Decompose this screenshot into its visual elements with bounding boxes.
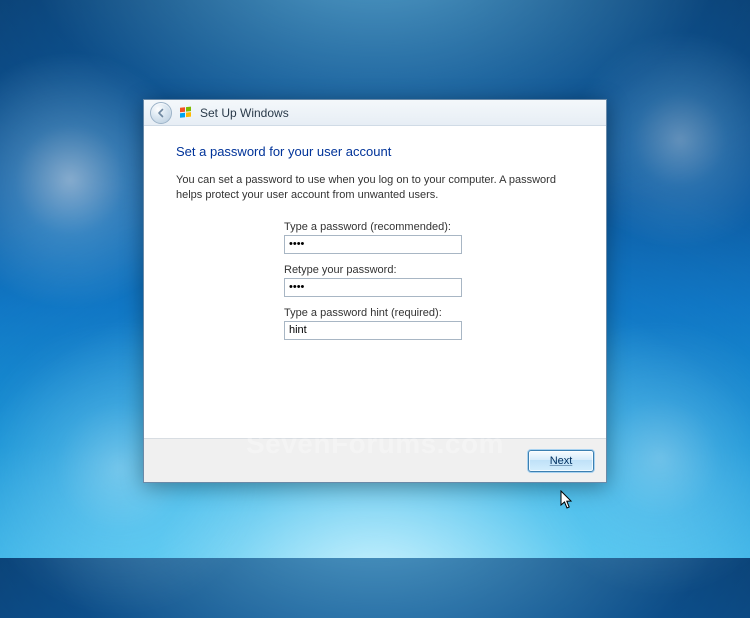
password-hint-input[interactable]: [284, 321, 462, 340]
back-button[interactable]: [150, 102, 172, 124]
page-heading: Set a password for your user account: [176, 144, 574, 159]
back-arrow-icon: [156, 108, 166, 118]
titlebar: Set Up Windows: [144, 100, 606, 126]
next-button-label: Next: [550, 455, 573, 467]
retype-password-input[interactable]: [284, 278, 462, 297]
window-title: Set Up Windows: [200, 106, 289, 120]
footer-bar: Next: [144, 438, 606, 482]
retype-password-label: Retype your password:: [284, 264, 464, 276]
mouse-cursor-icon: [560, 490, 574, 510]
password-hint-label: Type a password hint (required):: [284, 307, 464, 319]
next-button[interactable]: Next: [528, 450, 594, 472]
password-input[interactable]: [284, 235, 462, 254]
password-form: Type a password (recommended): Retype yo…: [284, 221, 464, 340]
setup-window: Set Up Windows Set a password for your u…: [143, 99, 607, 483]
windows-flag-icon: [178, 105, 194, 121]
page-description: You can set a password to use when you l…: [176, 173, 574, 203]
content-area: Set a password for your user account You…: [144, 126, 606, 438]
password-label: Type a password (recommended):: [284, 221, 464, 233]
